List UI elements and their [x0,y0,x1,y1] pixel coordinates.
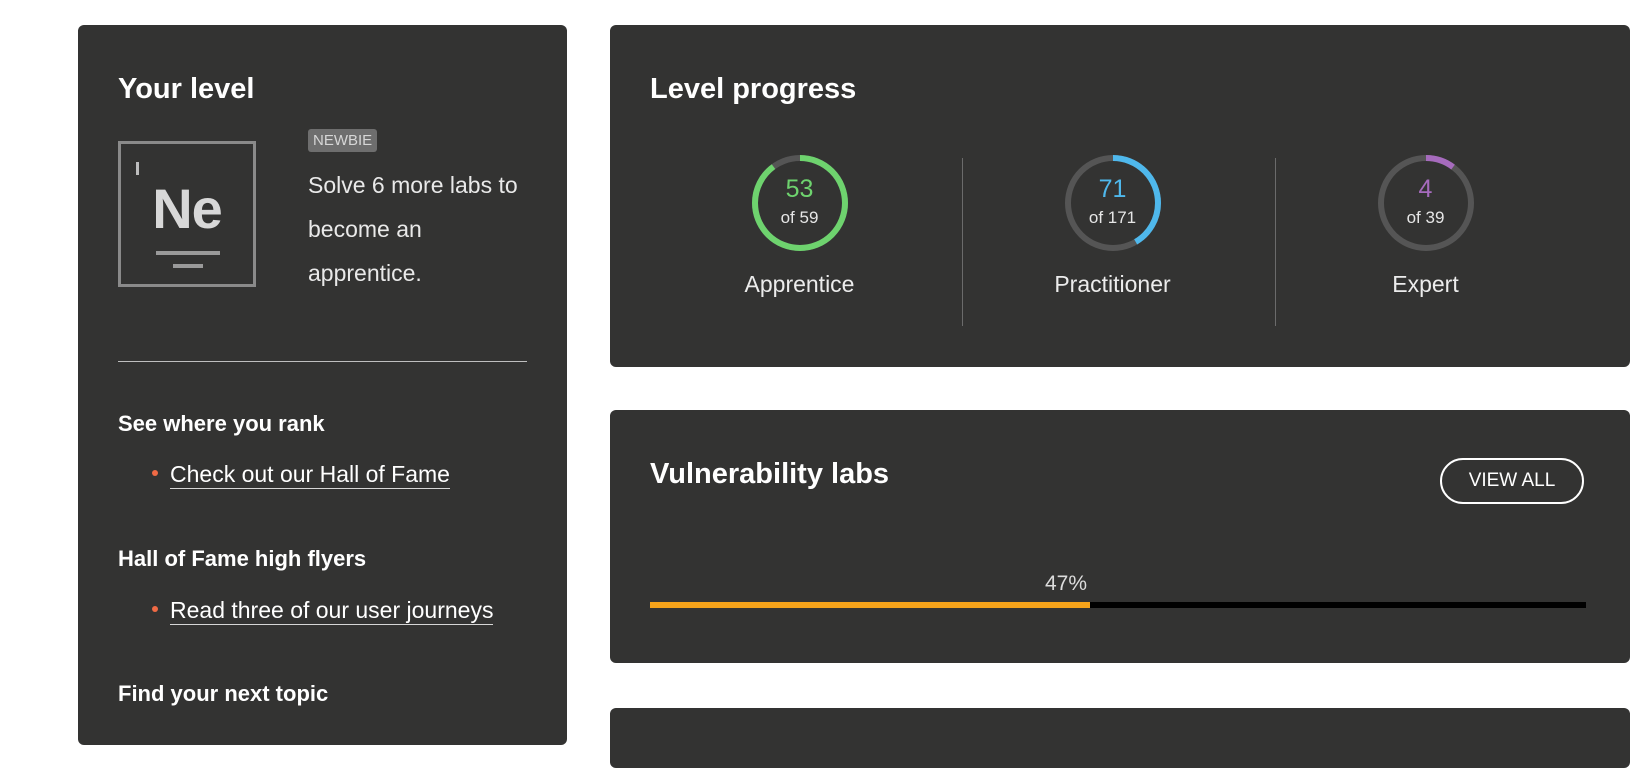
bullet-icon [152,469,158,476]
level-element-icon: Ne [118,141,256,287]
tile-line [173,264,203,268]
vulnerability-labs-title: Vulnerability labs [650,458,890,490]
total-count: of 171 [1088,208,1137,227]
list-item: Check out our Hall of Fame [152,461,450,489]
solved-count: 71 [1098,175,1127,203]
bullet-icon [152,605,158,612]
view-all-button[interactable]: VIEW ALL [1440,458,1584,504]
level-progress-panel: Level progress 53 of 59 Apprentice 71 of… [610,25,1630,367]
total-count: of 39 [1406,208,1445,227]
total-count: of 59 [780,208,819,227]
divider [118,361,527,362]
level-label: Apprentice [744,271,855,297]
hall-of-fame-link[interactable]: Check out our Hall of Fame [170,461,450,489]
list-item: Read three of our user journeys [152,597,494,625]
vulnerability-labs-panel: Vulnerability labs VIEW ALL 47% [610,410,1630,663]
rank-heading: See where you rank [118,411,325,436]
element-symbol: Ne [152,177,223,240]
progress-bar [650,602,1586,608]
user-journeys-link[interactable]: Read three of our user journeys [170,597,494,625]
progress-practitioner: 71 of 171 Practitioner [956,153,1269,323]
level-label: Expert [1392,271,1459,297]
level-label: Practitioner [1054,271,1171,297]
tile-mark [136,162,139,175]
tile-line [156,251,220,255]
level-progress-title: Level progress [650,73,857,105]
progress-expert: 4 of 39 Expert [1269,153,1582,323]
your-level-title: Your level [118,73,255,105]
your-level-panel: Your level Ne NEWBIE Solve 6 more labs t… [78,25,567,745]
high-flyers-heading: Hall of Fame high flyers [118,546,367,571]
next-panel [610,708,1630,768]
progress-percent: 47% [1044,572,1088,595]
level-badge: NEWBIE [308,129,378,152]
progress-bar-fill [650,602,1090,608]
level-message: Solve 6 more labs to become an apprentic… [308,172,518,286]
solved-count: 4 [1418,175,1433,203]
progress-apprentice: 53 of 59 Apprentice [643,153,956,323]
next-topic-heading: Find your next topic [118,681,329,706]
solved-count: 53 [785,175,814,203]
